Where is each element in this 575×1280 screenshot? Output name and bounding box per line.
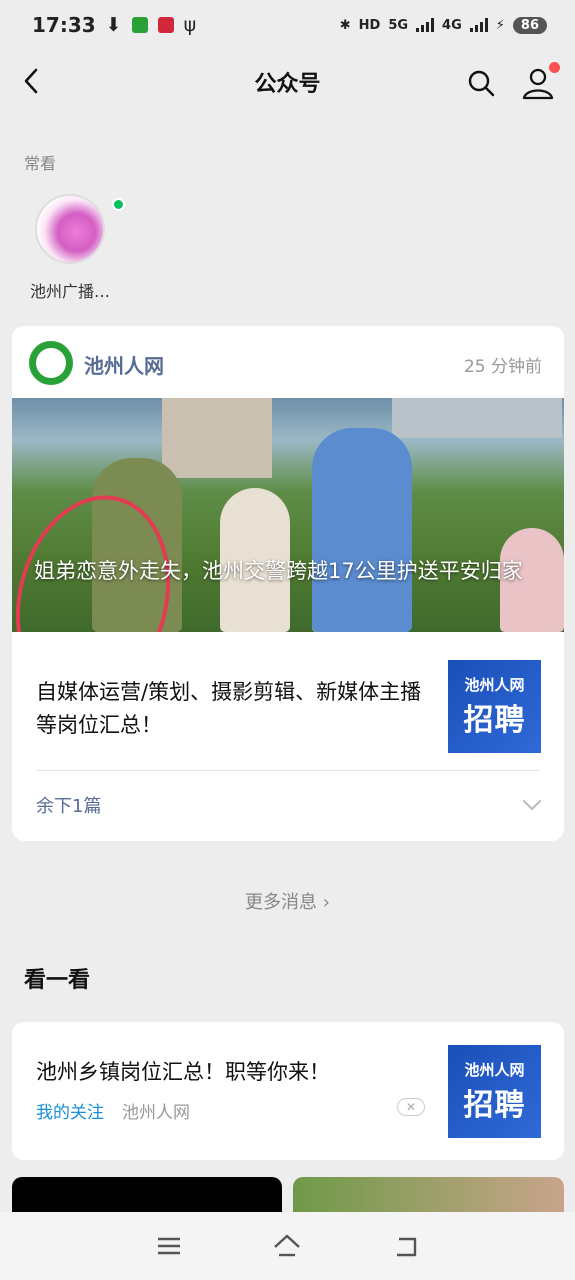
building-shape — [162, 398, 272, 478]
officer-figure — [312, 428, 412, 632]
signal-icon-2 — [469, 18, 488, 32]
follow-tag: 我的关注 — [36, 1103, 104, 1123]
thumb-line2: 招聘 — [463, 703, 526, 738]
remaining-articles-link[interactable]: 余下1篇 — [36, 792, 101, 818]
online-dot — [112, 198, 125, 211]
frequent-account-name: 池州广播… — [30, 282, 111, 301]
post-time: 25 分钟前 — [463, 357, 542, 377]
usb-icon: ψ — [183, 14, 197, 36]
frequent-label: 常看 — [24, 154, 57, 173]
thumb-line1: 池州人网 — [464, 1061, 525, 1079]
article-item[interactable]: 自媒体运营/策划、摄影剪辑、新媒体主播 等岗位汇总！ 池州人网 招聘 — [12, 632, 564, 770]
thumb-line2: 招聘 — [463, 1088, 526, 1123]
menu-icon[interactable] — [154, 1231, 184, 1261]
cover-title: 姐弟恋意外走失，池州交警跨越17公里护送平安归家 — [34, 559, 523, 583]
building-shape-2 — [392, 398, 562, 438]
signal-icon — [416, 18, 435, 32]
recommend-card[interactable]: 池州乡镇岗位汇总！职等你来！ 我的关注 池州人网 ✕ 池州人网 招聘 — [12, 1022, 564, 1160]
charging-icon: ⚡ — [495, 17, 505, 33]
thumb-line1: 池州人网 — [464, 676, 525, 694]
look-section-heading: 看一看 — [24, 968, 91, 993]
account-name: 池州人网 — [84, 354, 164, 378]
chevron-down-icon[interactable] — [522, 798, 542, 812]
home-icon[interactable] — [272, 1231, 302, 1261]
system-nav-bar — [0, 1212, 575, 1280]
cover-article[interactable]: 姐弟恋意外走失，池州交警跨越17公里护送平安归家 — [12, 398, 564, 632]
divider — [36, 770, 540, 771]
article-title: 自媒体运营/策划、摄影剪辑、新媒体主播 等岗位汇总！ — [36, 680, 422, 737]
nav-bar: 公众号 — [0, 52, 575, 112]
download-icon: ⬇ — [105, 14, 122, 36]
more-messages-label: 更多消息 — [245, 892, 318, 913]
notification-dot — [549, 62, 560, 73]
chevron-right-icon: › — [322, 892, 330, 913]
feed-card: 池州人网 25 分钟前 姐弟恋意外走失，池州交警跨越17公里护送平安归家 自媒体… — [12, 326, 564, 841]
frequent-account[interactable]: 池州广播… — [24, 194, 125, 302]
network-4g: 4G — [442, 17, 462, 33]
app-notify-icon — [157, 17, 174, 33]
article-thumbnail: 池州人网 招聘 — [448, 660, 541, 753]
search-icon[interactable] — [466, 68, 496, 98]
more-messages-link[interactable]: 更多消息 › — [0, 888, 575, 914]
wechat-notify-icon — [131, 17, 148, 33]
video-tile[interactable] — [12, 1177, 282, 1213]
battery-level: 86 — [512, 16, 547, 34]
back-nav-icon[interactable] — [391, 1231, 421, 1261]
hd-badge: HD — [358, 17, 381, 33]
bluetooth-icon: ✱ — [339, 17, 351, 33]
network-5g: 5G — [388, 17, 409, 33]
close-icon[interactable]: ✕ — [397, 1098, 425, 1116]
avatar — [35, 194, 105, 264]
account-logo-icon — [29, 341, 73, 385]
recommend-source: 池州人网 — [122, 1103, 190, 1123]
status-time: 17:33 — [32, 13, 96, 37]
card-header[interactable]: 池州人网 25 分钟前 — [12, 326, 564, 398]
video-tile-2[interactable] — [293, 1177, 564, 1213]
recommend-thumbnail: 池州人网 招聘 — [448, 1045, 541, 1138]
status-bar: 17:33 ⬇ ψ ✱ HD 5G 4G ⚡ 86 — [0, 0, 575, 50]
recommend-title: 池州乡镇岗位汇总！职等你来！ — [36, 1060, 330, 1084]
